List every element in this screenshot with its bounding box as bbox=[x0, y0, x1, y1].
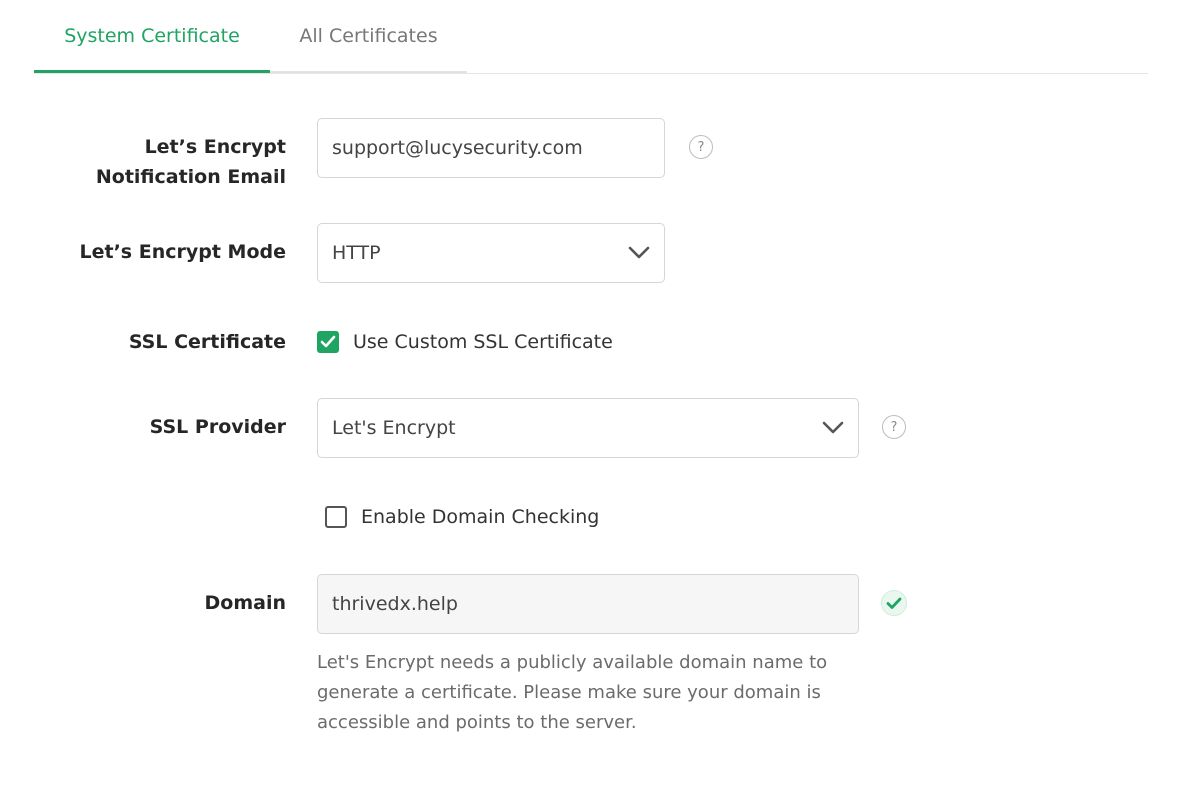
certificate-settings-page: System Certificate All Certificates Let’… bbox=[0, 0, 1181, 803]
use-custom-ssl-checkbox-row[interactable]: Use Custom SSL Certificate bbox=[317, 331, 613, 353]
domain-input[interactable] bbox=[317, 574, 859, 634]
domain-checking-checkbox-row[interactable]: Enable Domain Checking bbox=[325, 506, 599, 528]
notification-email-input[interactable] bbox=[317, 118, 665, 178]
ssl-provider-select-value: Let's Encrypt bbox=[332, 417, 456, 439]
ssl-provider-label: SSL Provider bbox=[149, 416, 286, 438]
domain-checking-label: Enable Domain Checking bbox=[361, 506, 600, 528]
tab-all-certificates[interactable]: All Certificates bbox=[270, 0, 467, 73]
mode-select-value: HTTP bbox=[332, 242, 381, 264]
notification-email-help-icon[interactable]: ? bbox=[689, 135, 713, 159]
ssl-certificate-label: SSL Certificate bbox=[128, 331, 286, 353]
ssl-provider-help-icon[interactable]: ? bbox=[882, 415, 906, 439]
mode-label: Let’s Encrypt Mode bbox=[79, 241, 287, 263]
notification-email-label: Let’s Encrypt Notification Email bbox=[96, 132, 286, 192]
chevron-down-icon bbox=[628, 246, 650, 259]
use-custom-ssl-label: Use Custom SSL Certificate bbox=[353, 331, 613, 353]
mode-select[interactable]: HTTP bbox=[317, 223, 665, 283]
use-custom-ssl-checkbox[interactable] bbox=[317, 331, 339, 353]
checkmark-icon bbox=[320, 335, 336, 348]
notification-email-label-line2: Notification Email bbox=[95, 166, 286, 188]
tab-system-certificate[interactable]: System Certificate bbox=[34, 0, 270, 73]
domain-help-text: Let's Encrypt needs a publicly available… bbox=[317, 652, 828, 733]
tab-all-certificates-label: All Certificates bbox=[299, 25, 438, 47]
chevron-down-icon bbox=[822, 421, 844, 434]
tab-system-certificate-label: System Certificate bbox=[64, 25, 240, 47]
check-circle-icon bbox=[881, 590, 907, 616]
domain-label: Domain bbox=[204, 592, 286, 614]
ssl-provider-select[interactable]: Let's Encrypt bbox=[317, 398, 859, 458]
tab-bar: System Certificate All Certificates bbox=[34, 0, 1148, 74]
domain-checking-checkbox[interactable] bbox=[325, 506, 347, 528]
checkmark-icon bbox=[886, 597, 902, 609]
notification-email-label-line1: Let’s Encrypt bbox=[144, 136, 286, 158]
